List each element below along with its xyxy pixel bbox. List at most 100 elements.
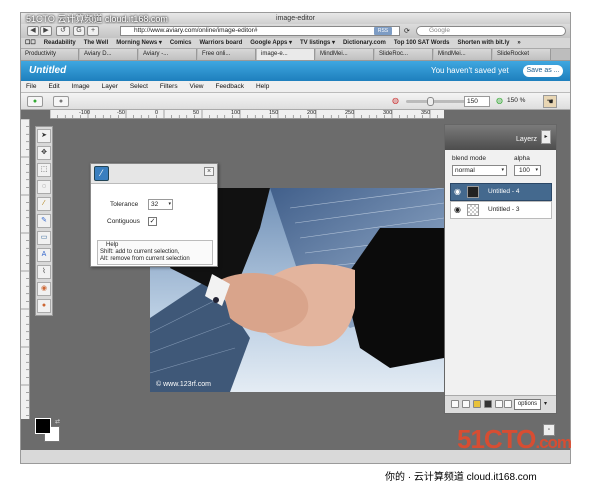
- help-line: Shift: add to current selection,: [100, 249, 180, 255]
- menu-feedback[interactable]: Feedback: [210, 81, 249, 93]
- fill-icon[interactable]: ▭: [37, 231, 51, 245]
- tab-aviary-d[interactable]: Aviary D...: [80, 49, 138, 60]
- foreground-color-swatch[interactable]: [35, 418, 51, 434]
- search-input[interactable]: Google: [416, 26, 566, 36]
- bookmark-item[interactable]: TV listings ▾: [300, 38, 335, 49]
- menu-layer[interactable]: Layer: [97, 81, 123, 93]
- menu-view[interactable]: View: [185, 81, 209, 93]
- image-watermark: © www.123rf.com: [156, 380, 211, 388]
- zoom-slider[interactable]: [406, 97, 466, 106]
- bookmark-item[interactable]: Warriors board: [199, 38, 242, 49]
- menu-help[interactable]: Help: [251, 81, 274, 93]
- lasso-icon[interactable]: ◌: [37, 180, 51, 194]
- wand-icon[interactable]: ⁄: [37, 197, 51, 211]
- zoom-in-icon[interactable]: ◍: [496, 96, 503, 105]
- zoom-input[interactable]: 150: [464, 96, 490, 107]
- url-field[interactable]: http://www.aviary.com/online/image-edito…: [120, 26, 400, 36]
- bookmark-item[interactable]: Morning News ▾: [116, 38, 162, 49]
- new-tab-button[interactable]: +: [87, 26, 99, 36]
- bookmark-overflow[interactable]: »: [517, 38, 520, 49]
- rss-badge[interactable]: RSS: [374, 27, 392, 35]
- tab-free-online[interactable]: Free onli...: [198, 49, 256, 60]
- bookmark-item[interactable]: Top 100 SAT Words: [394, 38, 450, 49]
- panel-menu-icon[interactable]: ▸: [541, 130, 551, 144]
- tab-sliderocket[interactable]: SlideRoc...: [375, 49, 433, 60]
- menu-file[interactable]: File: [21, 81, 41, 93]
- tab-mindmeister-2[interactable]: MindMei...: [434, 49, 492, 60]
- swap-colors-icon[interactable]: ⇄: [55, 418, 60, 425]
- lock-icon[interactable]: [473, 400, 481, 408]
- blur-icon[interactable]: ●: [37, 299, 51, 313]
- marquee-icon[interactable]: ⬚: [37, 163, 51, 177]
- ruler-label: 150: [269, 110, 279, 116]
- eye-icon[interactable]: ◉: [454, 202, 461, 218]
- eraser-icon[interactable]: A: [37, 248, 51, 262]
- menu-image[interactable]: Image: [67, 81, 95, 93]
- brush-icon[interactable]: ✎: [37, 214, 51, 228]
- zoom-out-icon[interactable]: ◍: [392, 96, 399, 105]
- tolerance-select[interactable]: 32 ▾: [148, 199, 173, 210]
- new-layer-icon[interactable]: [451, 400, 459, 408]
- bookmark-item[interactable]: Dictionary.com: [343, 38, 386, 49]
- undo-button[interactable]: ●: [27, 96, 43, 107]
- help-title: Help: [106, 242, 119, 248]
- chevron-down-icon[interactable]: ▾: [544, 400, 547, 407]
- trash-icon[interactable]: [504, 400, 512, 408]
- layer-row-active[interactable]: ◉ Untitled - 4: [450, 183, 552, 201]
- bookmark-item[interactable]: The Well: [84, 38, 109, 49]
- info-icon[interactable]: [484, 400, 492, 408]
- bookmark-item[interactable]: Google Apps ▾: [250, 38, 292, 49]
- forward-button[interactable]: ▶: [40, 26, 52, 36]
- save-as-button[interactable]: Save as ...: [523, 65, 563, 77]
- tab-mindmeister[interactable]: MindMei...: [316, 49, 374, 60]
- alpha-select[interactable]: 100 ▾: [514, 165, 541, 176]
- tab-sliderocket-2[interactable]: SlideRocket: [493, 49, 551, 60]
- history-button[interactable]: ↺: [56, 26, 70, 36]
- blend-mode-select[interactable]: normal ▾: [452, 165, 507, 176]
- google-button[interactable]: G: [73, 26, 85, 36]
- blend-mode-value: normal: [455, 167, 475, 174]
- bookmark-item[interactable]: Readability: [44, 38, 76, 49]
- menu-edit[interactable]: Edit: [43, 81, 64, 93]
- ruler-label: -100: [79, 110, 91, 116]
- back-button[interactable]: ◀: [27, 26, 39, 36]
- vertical-ruler: [21, 119, 30, 419]
- bookmark-item[interactable]: Shorten with bit.ly: [457, 38, 509, 49]
- document-title[interactable]: Untitled: [29, 65, 66, 76]
- bookmarks-bar: ☐☐ Readability The Well Morning News ▾ C…: [21, 38, 570, 49]
- options-button[interactable]: options: [514, 399, 541, 410]
- tab-productivity[interactable]: Productivity: [21, 49, 79, 60]
- arrow-icon[interactable]: ➤: [37, 129, 51, 143]
- ruler-label: 200: [307, 110, 317, 116]
- ruler-label: 300: [383, 110, 393, 116]
- hand-tool-icon[interactable]: ☚: [543, 95, 557, 108]
- tab-image-editor[interactable]: image-e...: [257, 49, 315, 60]
- duplicate-layer-icon[interactable]: [462, 400, 470, 408]
- move-icon[interactable]: ✥: [37, 146, 51, 160]
- text-icon[interactable]: ⌇: [37, 265, 51, 279]
- unsaved-notice: You haven't saved yet: [431, 66, 509, 75]
- zoom-slider-handle[interactable]: [427, 97, 435, 106]
- options-label: options: [517, 401, 538, 407]
- ruler-label: 350: [421, 110, 431, 116]
- contiguous-label: Contiguous: [107, 218, 140, 225]
- bookmark-icon[interactable]: ☐☐: [25, 38, 36, 49]
- menu-filters[interactable]: Filters: [155, 81, 183, 93]
- layers-header[interactable]: Layerz ▸: [445, 125, 556, 150]
- clone-icon[interactable]: ◉: [37, 282, 51, 296]
- contiguous-checkbox[interactable]: ✓: [148, 217, 157, 226]
- merge-icon[interactable]: [495, 400, 503, 408]
- tab-aviary[interactable]: Aviary -...: [139, 49, 197, 60]
- horizontal-ruler: -100 -50 0 50 100 150 200 250 300 350: [50, 110, 444, 119]
- layer-row[interactable]: ◉ Untitled - 3: [450, 201, 552, 219]
- layer-thumbnail: [467, 204, 479, 216]
- redo-button[interactable]: ●: [53, 96, 69, 107]
- menu-select[interactable]: Select: [125, 81, 153, 93]
- eye-icon[interactable]: ◉: [454, 184, 461, 200]
- layers-panel: Layerz ▸ blend mode alpha normal ▾ 100 ▾…: [444, 124, 557, 414]
- close-icon[interactable]: ×: [204, 167, 214, 176]
- chevron-down-icon: ▾: [535, 167, 538, 173]
- tool-options-header[interactable]: ⁄ ×: [91, 164, 217, 184]
- bookmark-item[interactable]: Comics: [170, 38, 192, 49]
- refresh-icon[interactable]: ⟳: [404, 27, 410, 35]
